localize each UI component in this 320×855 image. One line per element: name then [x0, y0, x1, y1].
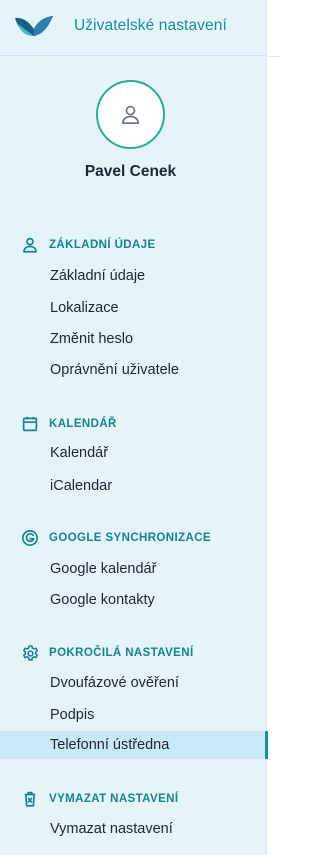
section-label-basic: ZÁKLADNÍ ÚDAJE	[49, 239, 156, 251]
menu-item-telefonni-ustredna[interactable]: Telefonní ústředna	[0, 731, 268, 759]
menu-item-google-kalendar[interactable]: Google kalendář	[0, 555, 267, 583]
avatar[interactable]	[96, 80, 165, 149]
menu-item-lokalizace[interactable]: Lokalizace	[0, 294, 267, 322]
section-basic: ZÁKLADNÍ ÚDAJE	[20, 235, 156, 255]
user-name: Pavel Cenek	[84, 163, 177, 180]
google-icon	[20, 528, 40, 548]
settings-sidebar: Uživatelské nastavení Pavel Cenek ZÁKLAD…	[0, 0, 268, 855]
menu-item-zakladni-udaje[interactable]: Základní údaje	[0, 262, 267, 290]
section-label-delete: VYMAZAT NASTAVENÍ	[49, 793, 179, 805]
section-delete: VYMAZAT NASTAVENÍ	[20, 789, 178, 809]
section-label-calendar: KALENDÁŘ	[49, 418, 117, 430]
section-advanced: POKROČILÁ NASTAVENÍ	[20, 643, 194, 663]
section-label-advanced: POKROČILÁ NASTAVENÍ	[49, 647, 194, 659]
person-icon	[20, 235, 40, 255]
section-calendar: KALENDÁŘ	[20, 414, 117, 434]
header-divider	[268, 56, 280, 57]
gear-icon	[20, 643, 40, 663]
menu-item-dvoufazove-overeni[interactable]: Dvoufázové ověření	[0, 669, 267, 697]
menu-item-kalendar[interactable]: Kalendář	[0, 439, 267, 467]
menu-item-vymazat-nastaveni[interactable]: Vymazat nastavení	[0, 815, 267, 843]
content-area	[268, 0, 280, 855]
menu-item-zmenit-heslo[interactable]: Změnit heslo	[0, 325, 267, 353]
trash-icon	[20, 789, 40, 809]
app-logo-icon	[15, 16, 53, 36]
page-title: Uživatelské nastavení	[74, 17, 227, 34]
menu-item-google-kontakty[interactable]: Google kontakty	[0, 586, 267, 614]
user-icon	[121, 105, 140, 124]
menu-item-podpis[interactable]: Podpis	[0, 701, 267, 729]
sidebar-header: Uživatelské nastavení	[0, 0, 267, 56]
section-label-google: GOOGLE SYNCHRONIZACE	[49, 532, 211, 544]
calendar-icon	[20, 414, 40, 434]
section-google: GOOGLE SYNCHRONIZACE	[20, 528, 211, 548]
menu-item-icalendar[interactable]: iCalendar	[0, 472, 267, 500]
menu-item-opravneni-uzivatele[interactable]: Oprávnění uživatele	[0, 356, 267, 384]
